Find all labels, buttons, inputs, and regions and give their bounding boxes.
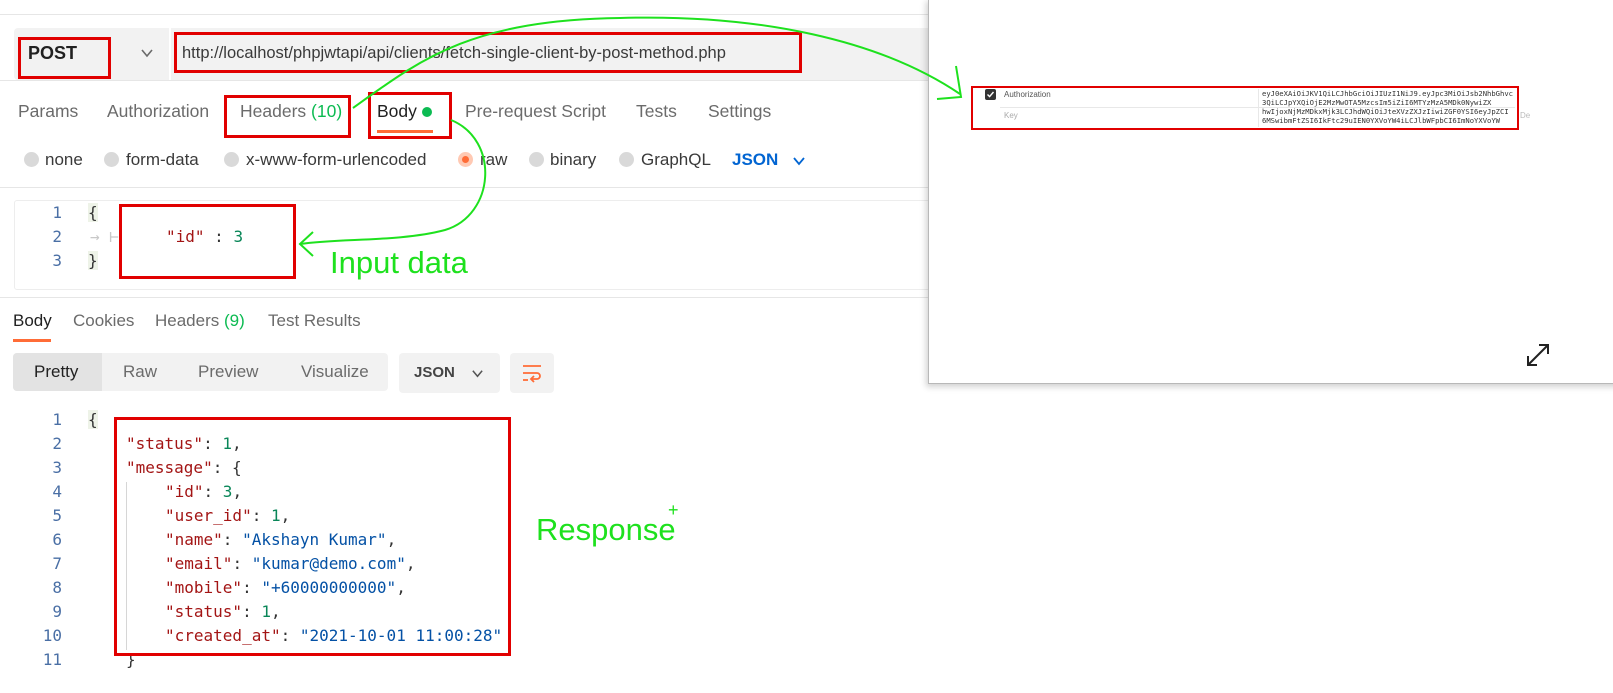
radio-graphql[interactable]	[619, 152, 634, 167]
annotation-plus: +	[668, 500, 679, 520]
chevron-down-icon[interactable]	[140, 46, 154, 60]
response-tab-body[interactable]: Body	[13, 311, 52, 331]
check-icon	[987, 91, 995, 98]
highlight-body-tab	[368, 92, 452, 139]
chevron-down-icon	[472, 370, 483, 378]
line-number: 3	[52, 251, 62, 270]
highlight-response	[114, 417, 511, 656]
view-pretty-button[interactable]: Pretty	[34, 362, 78, 382]
line-number: 4	[52, 482, 62, 501]
line-number: 2	[52, 227, 62, 246]
radio-raw[interactable]	[458, 152, 473, 167]
body-divider	[0, 187, 930, 188]
view-visualize-button[interactable]: Visualize	[301, 362, 369, 382]
line-number: 3	[52, 458, 62, 477]
response-headers-count: (9)	[224, 311, 245, 330]
inset-headers-screenshot	[928, 0, 1613, 384]
response-divider	[0, 297, 930, 298]
line-number: 2	[52, 434, 62, 453]
inset-token-line: 6MSwibmFtZSI6IkFtc29uIEN0YXVoYW4iLCJlbWF…	[1262, 116, 1500, 125]
line-number: 1	[52, 203, 62, 222]
response-tab-headers[interactable]: Headers (9)	[155, 311, 245, 331]
annotation-response: Response	[536, 512, 676, 547]
inset-header-key: Authorization	[1004, 90, 1051, 99]
radio-graphql-label: GraphQL	[641, 150, 711, 169]
expand-icon[interactable]	[1524, 341, 1552, 369]
view-preview-button[interactable]: Preview	[198, 362, 258, 382]
response-tab-underline	[13, 339, 51, 342]
radio-form-data-label: form-data	[126, 150, 199, 169]
tab-settings[interactable]: Settings	[708, 101, 771, 122]
radio-binary[interactable]	[529, 152, 544, 167]
response-tab-headers-label: Headers	[155, 311, 220, 330]
radio-urlencoded[interactable]	[224, 152, 239, 167]
response-tab-cookies[interactable]: Cookies	[73, 311, 134, 331]
top-divider	[0, 14, 930, 15]
line-number: 7	[52, 554, 62, 573]
tab-prerequest[interactable]: Pre-request Script	[465, 101, 606, 122]
highlight-url	[174, 32, 802, 73]
wrap-lines-icon	[523, 365, 541, 383]
radio-none[interactable]	[24, 152, 39, 167]
code-brace-close: }	[88, 251, 98, 270]
line-number: 5	[52, 506, 62, 525]
highlight-method	[18, 37, 111, 79]
radio-none-label: none	[45, 150, 83, 169]
radio-raw-label: raw	[480, 150, 508, 169]
url-divider	[0, 80, 930, 81]
inset-placeholder-key: Key	[1004, 111, 1018, 120]
radio-form-data[interactable]	[104, 152, 119, 167]
inset-trailing-text: De	[1520, 111, 1531, 120]
highlight-input-data	[119, 204, 296, 279]
chevron-down-icon[interactable]	[792, 154, 806, 168]
tab-authorization[interactable]: Authorization	[107, 101, 209, 122]
line-number: 8	[52, 578, 62, 597]
line-number: 11	[42, 650, 62, 669]
line-number: 1	[52, 410, 62, 429]
code-brace-open: {	[88, 203, 98, 222]
annotation-input-data: Input data	[330, 245, 468, 280]
view-raw-button[interactable]: Raw	[123, 362, 157, 382]
response-tab-test-results[interactable]: Test Results	[268, 311, 361, 331]
language-select[interactable]: JSON	[732, 150, 778, 170]
radio-binary-label: binary	[550, 150, 597, 169]
radio-urlencoded-label: x-www-form-urlencoded	[246, 150, 427, 169]
response-format-label: JSON	[414, 364, 455, 381]
line-number: 9	[52, 602, 62, 621]
indent-guide: → ⊢	[90, 227, 119, 246]
tab-params[interactable]: Params	[18, 101, 78, 122]
tab-tests[interactable]: Tests	[636, 101, 677, 122]
highlight-headers-tab	[224, 95, 351, 138]
inset-col-divider	[1258, 89, 1259, 127]
line-number: 6	[52, 530, 62, 549]
line-number: 10	[42, 626, 62, 645]
code-brace-open: {	[88, 410, 98, 429]
